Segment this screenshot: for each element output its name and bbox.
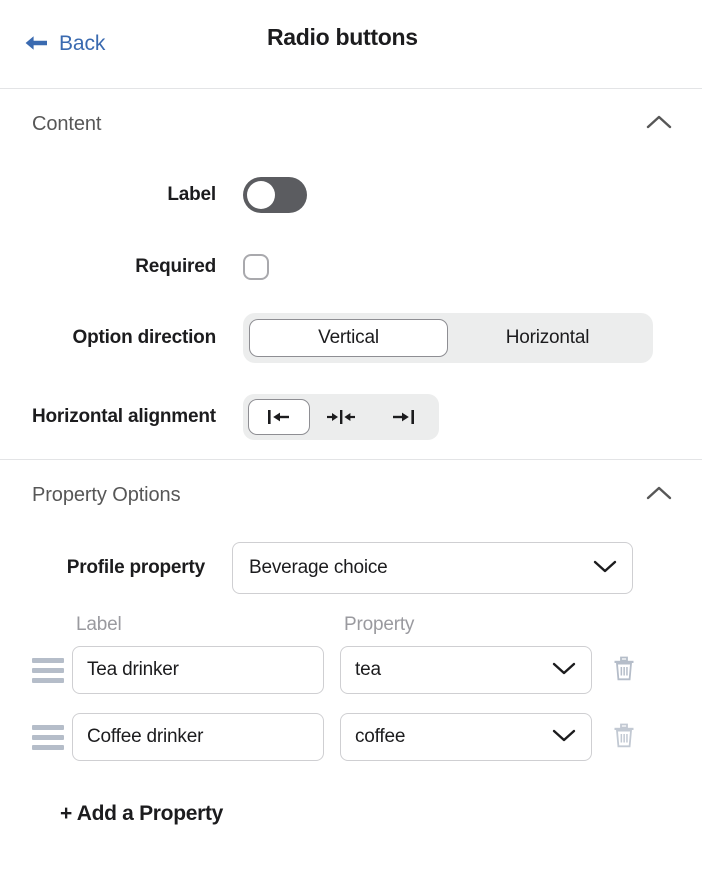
delete-property-button-1[interactable] <box>606 716 642 758</box>
chevron-down-icon <box>551 660 577 681</box>
column-header-label: Label <box>72 614 340 636</box>
label-toggle[interactable] <box>243 177 307 213</box>
property-options-section-header[interactable]: Property Options <box>0 460 702 530</box>
settings-panel: Back Radio buttons Content Label Requir <box>0 0 702 894</box>
drag-bar <box>32 678 64 683</box>
horizontal-alignment-row: Horizontal alignment <box>0 374 702 459</box>
chevron-up-icon[interactable] <box>640 479 678 512</box>
add-property-button[interactable]: + Add a Property <box>60 802 223 826</box>
segment-horizontal[interactable]: Horizontal <box>448 319 647 357</box>
content-section-title: Content <box>32 113 101 136</box>
label-row: Label <box>0 159 702 231</box>
trash-icon <box>612 722 636 752</box>
align-left-icon[interactable] <box>248 399 310 435</box>
profile-property-row: Profile property Beverage choice <box>0 530 702 606</box>
drag-bar <box>32 745 64 750</box>
property-columns-header: Label Property <box>0 614 702 636</box>
toggle-knob <box>247 181 275 209</box>
horizontal-alignment-row-control <box>243 394 702 440</box>
option-direction-row: Option direction Vertical Horizontal <box>0 302 702 374</box>
property-label-input-1[interactable] <box>72 713 324 761</box>
option-direction-row-label: Option direction <box>32 325 243 351</box>
content-section-header[interactable]: Content <box>0 89 702 159</box>
profile-property-label: Profile property <box>32 555 232 581</box>
property-value-select-1[interactable]: coffee <box>340 713 592 761</box>
label-row-control <box>243 177 702 213</box>
back-button[interactable]: Back <box>22 31 105 58</box>
horizontal-alignment-segmented-control <box>243 394 439 440</box>
chevron-down-icon <box>551 727 577 748</box>
drag-bar <box>32 658 64 663</box>
chevron-down-icon <box>592 558 618 579</box>
property-options-section: Property Options Profile property Bevera… <box>0 460 702 826</box>
required-row-label: Required <box>32 254 243 280</box>
property-value-select-0[interactable]: tea <box>340 646 592 694</box>
back-label: Back <box>59 32 105 56</box>
label-row-label: Label <box>32 182 243 208</box>
property-value-0: tea <box>355 659 551 681</box>
align-right-icon[interactable] <box>372 399 434 435</box>
drag-bar <box>32 668 64 673</box>
segment-vertical[interactable]: Vertical <box>249 319 448 357</box>
arrow-left-icon <box>22 31 50 58</box>
property-label-input-0[interactable] <box>72 646 324 694</box>
drag-bar <box>32 735 64 740</box>
panel-header: Back Radio buttons <box>0 0 702 89</box>
property-options-section-title: Property Options <box>32 484 180 507</box>
delete-property-button-0[interactable] <box>606 649 642 691</box>
horizontal-alignment-row-label: Horizontal alignment <box>32 404 243 430</box>
trash-icon <box>612 655 636 685</box>
required-checkbox[interactable] <box>243 254 269 280</box>
drag-handle-icon[interactable] <box>32 725 72 750</box>
option-direction-row-control: Vertical Horizontal <box>243 313 702 363</box>
required-row: Required <box>0 231 702 302</box>
option-direction-segmented-control: Vertical Horizontal <box>243 313 653 363</box>
property-row: tea <box>0 646 702 694</box>
property-value-1: coffee <box>355 726 551 748</box>
align-center-icon[interactable] <box>310 399 372 435</box>
property-row: coffee <box>0 713 702 761</box>
chevron-up-icon[interactable] <box>640 108 678 141</box>
profile-property-select[interactable]: Beverage choice <box>232 542 633 594</box>
page-title: Radio buttons <box>267 24 418 51</box>
drag-bar <box>32 725 64 730</box>
column-header-property: Property <box>340 614 617 636</box>
required-row-control <box>243 254 702 280</box>
content-section: Content Label Required Op <box>0 89 702 459</box>
profile-property-control: Beverage choice <box>232 542 702 594</box>
profile-property-value: Beverage choice <box>249 557 592 579</box>
drag-handle-icon[interactable] <box>32 658 72 683</box>
